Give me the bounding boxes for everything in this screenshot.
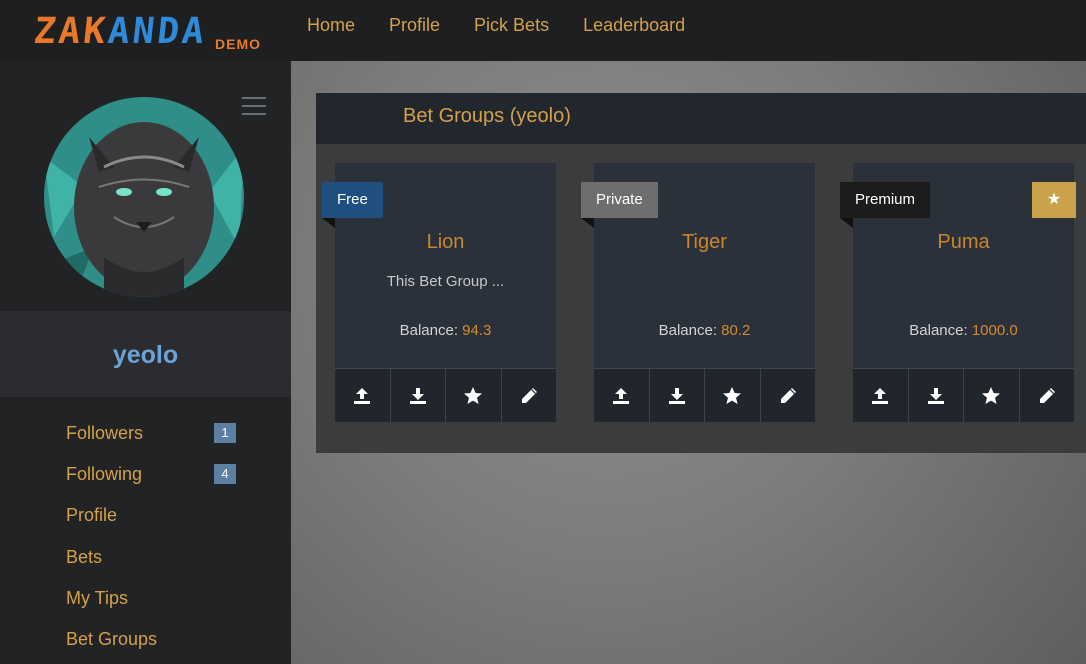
pencil-icon xyxy=(780,387,796,403)
balance-label: Balance: xyxy=(399,322,458,339)
page-title: Bet Groups (yeolo) xyxy=(403,105,571,127)
edit-button[interactable] xyxy=(501,369,556,422)
nav-profile[interactable]: Profile xyxy=(372,0,457,50)
star-icon xyxy=(982,386,1001,404)
sidebar-menu: Followers 1 Following 4 Profile Bets My … xyxy=(66,419,241,664)
card-actions xyxy=(853,368,1074,422)
sidebar-item-label: Bet Groups xyxy=(66,628,158,649)
sidebar-item-my-tips[interactable]: My Tips xyxy=(66,584,241,625)
balance-label: Balance: xyxy=(658,322,717,339)
card-tag-free: Free xyxy=(322,182,383,228)
star-icon xyxy=(723,386,742,404)
card-balance: Balance: 1000.0 xyxy=(853,322,1074,339)
download-icon xyxy=(668,387,685,404)
balance-label: Balance: xyxy=(909,322,968,339)
sidebar-item-followers[interactable]: Followers 1 xyxy=(66,419,241,460)
upload-icon xyxy=(613,387,630,404)
card-title[interactable]: Tiger xyxy=(594,231,815,254)
main-nav: Home Profile Pick Bets Leaderboard xyxy=(290,0,702,50)
download-button[interactable] xyxy=(649,369,705,422)
card-balance: Balance: 80.2 xyxy=(594,322,815,339)
username: yeolo xyxy=(112,341,179,369)
nav-pick-bets[interactable]: Pick Bets xyxy=(457,0,566,50)
balance-value: 94.3 xyxy=(462,322,492,339)
sidebar-item-following[interactable]: Following 4 xyxy=(66,460,241,501)
pencil-icon xyxy=(521,387,537,403)
card-tag-private: Private xyxy=(581,182,658,228)
upload-icon xyxy=(872,387,889,404)
bet-group-card-lion[interactable]: Free Lion This Bet Group ... Balance: 94… xyxy=(322,163,556,422)
download-icon xyxy=(927,387,944,404)
card-description: This Bet Group ... xyxy=(386,273,505,290)
nav-home[interactable]: Home xyxy=(290,0,372,50)
sidebar-item-label: Following xyxy=(66,464,143,485)
bet-groups-panel: Bet Groups (yeolo) Free Lion This Bet Gr… xyxy=(316,93,1086,453)
card-actions xyxy=(335,368,556,422)
followers-count-badge: 1 xyxy=(214,423,236,443)
card-balance: Balance: 94.3 xyxy=(335,322,556,339)
card-actions xyxy=(594,368,815,422)
brand-logo[interactable]: ZAKANDA DEMO xyxy=(31,11,274,52)
card-tag-premium: Premium xyxy=(840,182,931,228)
logo-text-part1: ZAK xyxy=(31,11,111,52)
nav-leaderboard[interactable]: Leaderboard xyxy=(566,0,702,50)
download-button[interactable] xyxy=(908,369,964,422)
balance-value: 80.2 xyxy=(721,322,751,339)
menu-toggle-icon[interactable] xyxy=(242,97,266,117)
upload-button[interactable] xyxy=(594,369,650,422)
sidebar: yeolo Followers 1 Following 4 Profile Be… xyxy=(0,61,291,664)
card-title[interactable]: Puma xyxy=(853,231,1074,254)
sidebar-item-bets[interactable]: Bets xyxy=(66,543,241,584)
upload-button[interactable] xyxy=(335,369,391,422)
edit-button[interactable] xyxy=(1019,369,1074,422)
card-title[interactable]: Lion xyxy=(335,231,556,254)
sidebar-item-bet-groups[interactable]: Bet Groups xyxy=(66,625,241,664)
pencil-icon xyxy=(1039,387,1055,403)
main-content: Bet Groups (yeolo) Free Lion This Bet Gr… xyxy=(291,61,1086,664)
favorite-button[interactable] xyxy=(705,369,761,422)
bet-group-card-puma[interactable]: Premium ★ Puma Balance: 1000.0 xyxy=(840,163,1076,422)
balance-value: 1000.0 xyxy=(971,322,1018,339)
download-button[interactable] xyxy=(390,369,446,422)
following-count-badge: 4 xyxy=(214,464,236,485)
star-icon xyxy=(464,386,483,404)
logo-text-part2: ANDA xyxy=(105,11,209,52)
sidebar-item-label: Profile xyxy=(66,505,118,526)
sidebar-item-label: Followers xyxy=(66,423,144,443)
avatar xyxy=(44,97,244,297)
sidebar-item-profile[interactable]: Profile xyxy=(66,501,241,542)
panel-header: Bet Groups (yeolo) xyxy=(316,93,1086,144)
sidebar-item-label: Bets xyxy=(66,546,103,567)
favorite-button[interactable] xyxy=(446,369,502,422)
top-navbar: ZAKANDA DEMO Home Profile Pick Bets Lead… xyxy=(0,0,1086,61)
bet-group-card-tiger[interactable]: Private Tiger Balance: 80.2 xyxy=(581,163,815,422)
upload-button[interactable] xyxy=(853,369,909,422)
edit-button[interactable] xyxy=(760,369,815,422)
sidebar-item-label: My Tips xyxy=(66,587,129,608)
logo-demo-label: DEMO xyxy=(215,36,261,52)
download-icon xyxy=(409,387,426,404)
upload-icon xyxy=(354,387,371,404)
favorite-button[interactable] xyxy=(964,369,1020,422)
premium-star-icon: ★ xyxy=(1032,182,1076,218)
